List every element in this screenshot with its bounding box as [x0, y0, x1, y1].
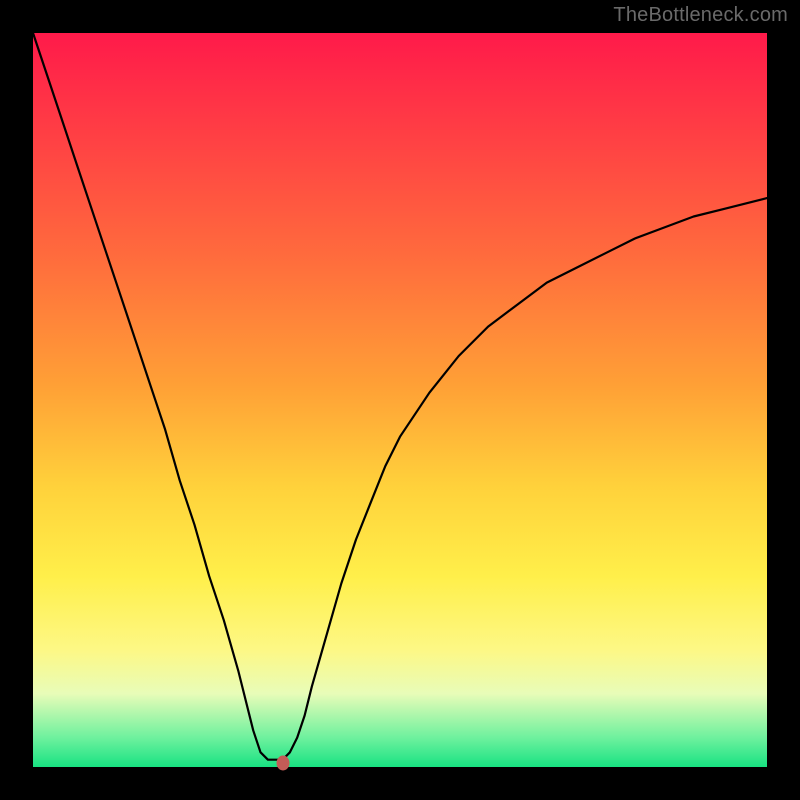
min-marker: [276, 756, 289, 771]
watermark-text: TheBottleneck.com: [613, 4, 788, 27]
curve-line: [33, 33, 767, 760]
plot-area: [33, 33, 767, 767]
chart-frame: TheBottleneck.com: [0, 0, 800, 800]
curve-svg: [33, 33, 767, 767]
